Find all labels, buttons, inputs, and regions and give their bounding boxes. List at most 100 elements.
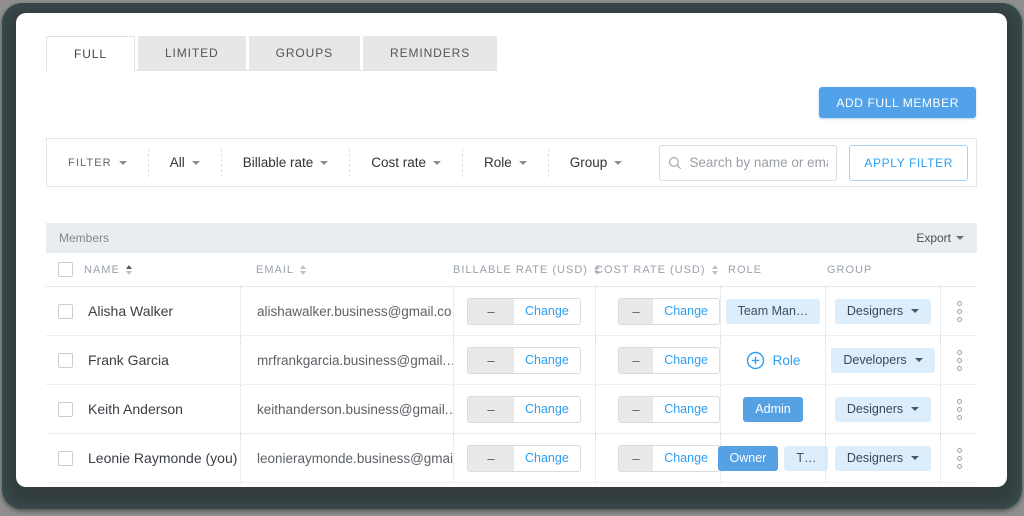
table-row: Leonie Raymonde (you) leonieraymonde.bus… xyxy=(46,434,977,483)
cost-rate-value: – xyxy=(619,445,654,471)
row-menu-button[interactable] xyxy=(953,395,966,424)
role-pill[interactable]: Owner xyxy=(717,445,779,471)
member-name: Leonie Raymonde (you) xyxy=(88,450,238,466)
chevron-down-icon xyxy=(320,160,329,165)
column-header-group: GROUP xyxy=(827,263,873,276)
member-email: alishawalker.business@gmail.co… xyxy=(257,303,453,319)
row-menu-button[interactable] xyxy=(953,444,966,473)
group-pill[interactable]: Designers xyxy=(834,396,932,422)
filter-cost-rate-dropdown[interactable]: Cost rate xyxy=(350,148,464,177)
chevron-down-icon xyxy=(433,160,442,165)
role-pill[interactable]: Team Man… xyxy=(725,298,821,324)
table-header-row: NAME EMAIL BILLABLE RATE (USD) COST RATE xyxy=(46,253,977,287)
cost-rate-control[interactable]: – Change xyxy=(618,346,720,374)
billable-rate-value: – xyxy=(468,396,514,422)
filter-bar: FILTER All Billable rate Cost rate Role … xyxy=(46,138,977,187)
members-bar: Members Export xyxy=(46,223,977,253)
chevron-down-icon xyxy=(118,160,127,165)
group-pill[interactable]: Designers xyxy=(834,298,932,324)
row-checkbox[interactable] xyxy=(57,352,73,368)
filter-role-dropdown[interactable]: Role xyxy=(463,148,549,177)
cost-rate-control[interactable]: – Change xyxy=(618,297,720,325)
member-email: mrfrankgarcia.business@gmail.… xyxy=(257,352,453,368)
billable-rate-value: – xyxy=(468,347,514,373)
filter-status-label: All xyxy=(169,155,185,170)
billable-rate-control[interactable]: – Change xyxy=(467,346,581,374)
search-input[interactable] xyxy=(689,155,829,170)
export-dropdown[interactable]: Export xyxy=(916,231,964,245)
group-pill[interactable]: Developers xyxy=(831,347,935,373)
filter-billable-rate-label: Billable rate xyxy=(242,155,314,170)
billable-rate-change-button[interactable]: Change xyxy=(514,396,580,422)
filter-group-dropdown[interactable]: Group xyxy=(549,149,644,177)
chevron-down-icon xyxy=(914,358,923,362)
billable-rate-change-button[interactable]: Change xyxy=(514,298,580,324)
member-name: Alisha Walker xyxy=(88,303,174,319)
role-pill[interactable]: T… xyxy=(784,445,829,471)
cost-rate-control[interactable]: – Change xyxy=(618,444,720,472)
sort-icon xyxy=(711,264,718,275)
billable-rate-change-button[interactable]: Change xyxy=(514,445,580,471)
billable-rate-value: – xyxy=(468,298,514,324)
filter-billable-rate-dropdown[interactable]: Billable rate xyxy=(222,148,351,177)
tab-groups[interactable]: GROUPS xyxy=(248,36,361,70)
table-row: Frank Garcia mrfrankgarcia.business@gmai… xyxy=(46,336,977,385)
filter-status-dropdown[interactable]: All xyxy=(149,148,222,177)
filter-cost-rate-label: Cost rate xyxy=(371,155,427,170)
chevron-down-icon xyxy=(191,160,200,165)
add-role-button[interactable]: Role xyxy=(746,351,800,370)
billable-rate-control[interactable]: – Change xyxy=(467,297,581,325)
row-menu-button[interactable] xyxy=(953,297,966,326)
export-label: Export xyxy=(916,231,951,245)
member-name: Frank Garcia xyxy=(88,352,169,368)
filter-role-label: Role xyxy=(484,155,512,170)
filter-dropdown[interactable]: FILTER xyxy=(47,148,149,177)
cost-rate-change-button[interactable]: Change xyxy=(653,445,719,471)
billable-rate-control[interactable]: – Change xyxy=(467,395,581,423)
row-checkbox[interactable] xyxy=(57,303,73,319)
column-header-cost-rate[interactable]: COST RATE (USD) xyxy=(595,264,718,276)
role-pill[interactable]: Admin xyxy=(743,396,803,422)
column-header-name[interactable]: NAME xyxy=(84,264,132,276)
search-box[interactable] xyxy=(659,144,838,181)
group-pill[interactable]: Designers xyxy=(834,445,932,471)
select-all-checkbox[interactable] xyxy=(57,262,73,277)
members-page: FULL LIMITED GROUPS REMINDERS ADD FULL M… xyxy=(16,13,1007,487)
chevron-down-icon xyxy=(911,407,920,411)
chevron-down-icon xyxy=(911,309,920,313)
plus-circle-icon xyxy=(746,351,764,369)
tab-bar: FULL LIMITED GROUPS REMINDERS xyxy=(46,36,498,71)
add-full-member-button[interactable]: ADD FULL MEMBER xyxy=(819,87,976,118)
cost-rate-control[interactable]: – Change xyxy=(618,395,720,423)
members-table: Members Export NAME EMAIL BILLABLE RATE … xyxy=(46,223,977,483)
row-checkbox[interactable] xyxy=(57,401,73,417)
filter-label: FILTER xyxy=(68,156,112,169)
members-title: Members xyxy=(59,231,110,245)
apply-filter-button[interactable]: APPLY FILTER xyxy=(849,144,968,181)
billable-rate-control[interactable]: – Change xyxy=(467,444,581,472)
chevron-down-icon xyxy=(956,236,964,240)
tab-full[interactable]: FULL xyxy=(46,36,135,71)
tab-reminders[interactable]: REMINDERS xyxy=(363,36,498,70)
chevron-down-icon xyxy=(911,456,920,460)
column-header-email[interactable]: EMAIL xyxy=(256,264,307,276)
search-icon xyxy=(669,156,682,169)
table-row: Keith Anderson keithanderson.business@gm… xyxy=(46,385,977,434)
row-checkbox[interactable] xyxy=(57,450,73,466)
cost-rate-value: – xyxy=(619,298,654,324)
column-header-billable-rate[interactable]: BILLABLE RATE (USD) xyxy=(453,264,600,276)
cost-rate-change-button[interactable]: Change xyxy=(653,396,719,422)
billable-rate-change-button[interactable]: Change xyxy=(514,347,580,373)
sort-icon xyxy=(300,264,307,275)
cost-rate-value: – xyxy=(619,347,654,373)
member-name: Keith Anderson xyxy=(88,401,183,417)
table-row: Alisha Walker alishawalker.business@gmai… xyxy=(46,287,977,336)
row-menu-button[interactable] xyxy=(953,346,966,375)
cost-rate-change-button[interactable]: Change xyxy=(653,347,719,373)
filter-group-label: Group xyxy=(569,155,608,170)
column-header-role: ROLE xyxy=(728,263,762,276)
member-email: leonieraymonde.business@gmai… xyxy=(257,450,453,466)
tab-limited[interactable]: LIMITED xyxy=(137,36,246,70)
cost-rate-value: – xyxy=(619,396,654,422)
cost-rate-change-button[interactable]: Change xyxy=(653,298,719,324)
